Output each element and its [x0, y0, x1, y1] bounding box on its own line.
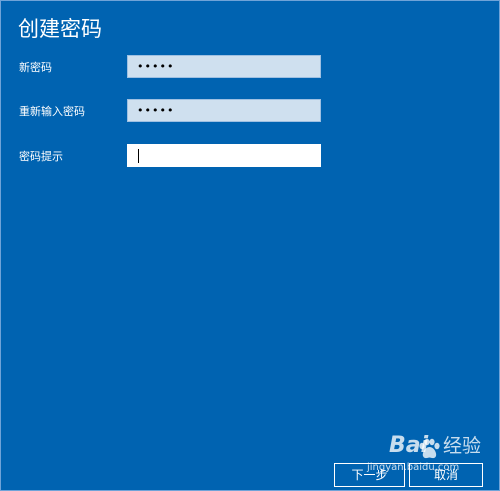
confirm-password-label: 重新输入密码: [19, 105, 85, 118]
create-password-dialog: 创建密码 新密码 ••••• 重新输入密码 ••••• 密码提示 下一步 取消 …: [0, 0, 500, 491]
text-cursor: [138, 149, 139, 163]
password-hint-field[interactable]: [127, 144, 321, 167]
watermark-url: jingyan.baidu.com: [367, 462, 460, 473]
password-hint-label: 密码提示: [19, 150, 63, 163]
baidu-jingyan-watermark: Bai 经验 jingyan.baidu.com: [367, 426, 495, 490]
new-password-label: 新密码: [19, 61, 52, 74]
confirm-password-value: •••••: [137, 104, 175, 117]
paw-icon: [419, 438, 440, 459]
new-password-value: •••••: [137, 60, 175, 73]
confirm-password-field[interactable]: •••••: [127, 99, 321, 122]
watermark-logo-text-2: 经验: [443, 435, 482, 457]
page-title: 创建密码: [18, 17, 102, 41]
new-password-field[interactable]: •••••: [127, 55, 321, 78]
